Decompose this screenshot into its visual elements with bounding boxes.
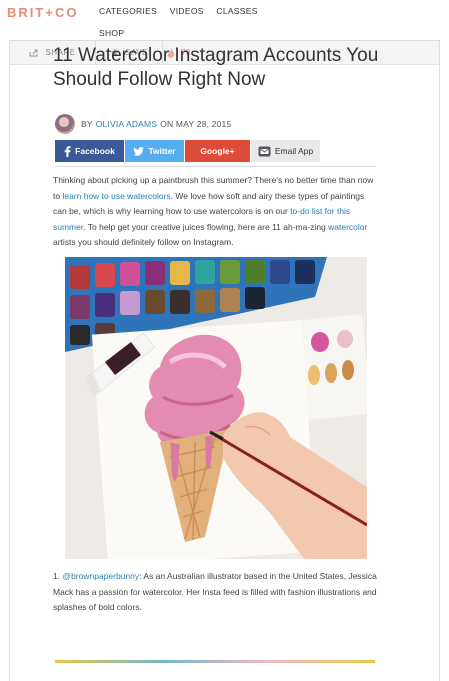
top-navigation: BRIT+CO CATEGORIES VIDEOS CLASSES SHOP (0, 0, 449, 40)
publish-date: ON MAY 28, 2015 (160, 119, 232, 129)
logo-text-left: BRIT (7, 5, 46, 20)
watercolor-illustration (65, 257, 367, 559)
byline: BY OLIVIA ADAMS ON MAY 28, 2015 (55, 113, 231, 135)
email-app-icon (258, 146, 271, 156)
intro-paragraph: Thinking about picking up a paintbrush t… (53, 173, 379, 251)
facebook-share-button[interactable]: Facebook (55, 140, 124, 162)
twitter-share-button[interactable]: Twitter (125, 140, 184, 162)
brand-logo[interactable]: BRIT+CO (7, 5, 78, 20)
google-plus-label: Google+ (200, 146, 235, 156)
email-app-label: Email App (274, 146, 314, 156)
author-avatar[interactable] (55, 114, 75, 134)
facebook-icon (64, 145, 71, 157)
facebook-label: Facebook (75, 146, 115, 156)
logo-plus: + (45, 5, 55, 20)
logo-text-right: CO (54, 5, 79, 20)
email-share-button[interactable]: Email App (251, 140, 320, 162)
nav-item-videos[interactable]: VIDEOS (170, 6, 204, 16)
social-share-buttons: Facebook Twitter Google+ Email App (55, 140, 321, 162)
instagram-handle-link[interactable]: @brownpaperbunny (62, 571, 139, 581)
intro-text-3: . To help get your creative juices flowi… (83, 221, 329, 232)
nav-item-categories[interactable]: CATEGORIES (99, 6, 157, 16)
divider (55, 166, 375, 167)
intro-text-4: artists you should definitely follow on … (53, 237, 234, 247)
author-link[interactable]: OLIVIA ADAMS (96, 119, 157, 129)
google-plus-share-button[interactable]: Google+ (185, 140, 250, 162)
featured-image (65, 257, 367, 559)
twitter-icon (133, 146, 145, 156)
byline-by: BY (81, 119, 93, 129)
nav-item-shop[interactable]: SHOP (99, 28, 124, 38)
learn-watercolors-link[interactable]: learn how to use watercolors (62, 191, 170, 201)
share-icon (29, 49, 38, 56)
list-item-1: 1. @brownpaperbunny: As an Australian il… (53, 569, 379, 616)
watercolor-link[interactable]: watercolor (328, 222, 367, 232)
nav-links: CATEGORIES VIDEOS CLASSES (99, 6, 268, 16)
article-title: 11 Watercolor Instagram Accounts You Sho… (53, 45, 379, 90)
twitter-label: Twitter (148, 146, 176, 156)
nav-item-classes[interactable]: CLASSES (216, 6, 257, 16)
